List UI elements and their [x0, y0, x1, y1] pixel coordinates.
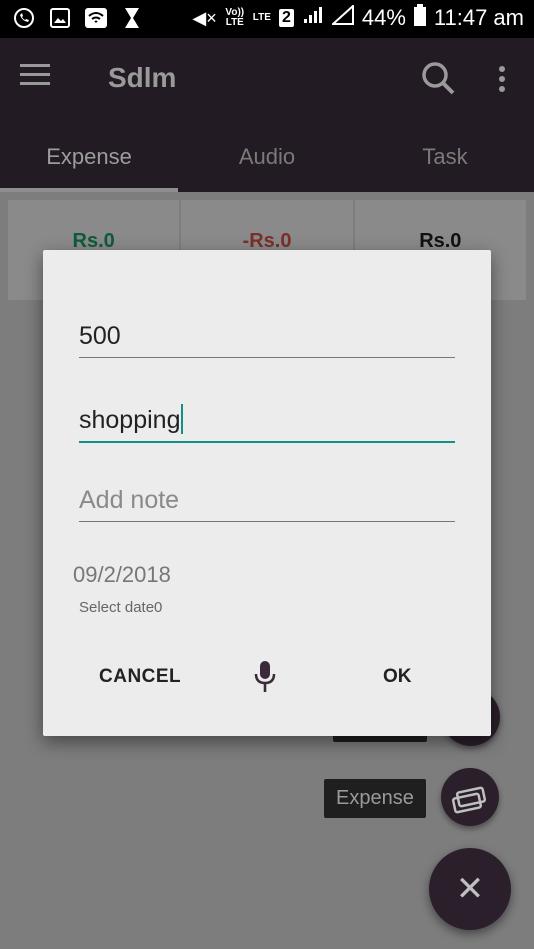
tab-bar: Expense Audio Task [0, 120, 534, 192]
battery-percent: 44% [361, 5, 406, 30]
fab-main[interactable]: ✕ [429, 848, 511, 930]
text-cursor [181, 404, 184, 434]
battery-icon [413, 4, 426, 32]
mic-icon[interactable] [253, 660, 277, 694]
note-field[interactable]: Add note [79, 486, 455, 522]
note-placeholder: Add note [79, 486, 180, 514]
amount-value: 500 [79, 322, 121, 350]
tab-audio[interactable]: Audio [178, 120, 356, 192]
wifi-icon [84, 6, 108, 30]
search-icon[interactable] [420, 60, 456, 96]
lte-indicator: LTE [252, 12, 271, 23]
ok-button[interactable]: OK [383, 666, 412, 688]
sim-indicator: 2 [278, 9, 294, 27]
fab-expense-tag[interactable]: Expense [324, 779, 426, 818]
date-label: Select date0 [79, 599, 163, 616]
date-value[interactable]: 09/2/2018 [73, 562, 171, 588]
category-value: shopping [79, 406, 181, 434]
gallery-icon [48, 6, 72, 30]
tab-expense[interactable]: Expense [0, 120, 178, 192]
money-icon [451, 786, 487, 814]
status-bar: ◀× Vo)) LTE LTE 2 44% 11:47 am [0, 0, 534, 38]
app-title: Sdlm [108, 62, 177, 93]
category-field[interactable]: shopping [79, 404, 455, 443]
signal-icon-2 [330, 3, 354, 31]
close-icon: ✕ [455, 870, 485, 908]
mute-icon: ◀× [192, 7, 217, 28]
app-bar: Sdlm [0, 38, 534, 120]
hourglass-icon [120, 6, 144, 30]
more-options-icon[interactable] [495, 64, 509, 94]
menu-icon[interactable] [20, 64, 50, 88]
add-expense-dialog: 500 shopping Add note 09/2/2018 Select d… [43, 250, 491, 736]
clock: 11:47 am [433, 5, 524, 30]
notification-icons [12, 6, 144, 30]
whatsapp-icon [12, 6, 36, 30]
fab-expense[interactable] [441, 768, 499, 826]
cancel-button[interactable]: CANCEL [99, 666, 181, 688]
tab-task[interactable]: Task [356, 120, 534, 192]
signal-icon [302, 5, 324, 31]
amount-field[interactable]: 500 [79, 322, 455, 358]
volte-indicator: Vo)) LTE [225, 7, 245, 28]
system-icons: ◀× Vo)) LTE LTE 2 44% 11:47 am [192, 3, 524, 32]
